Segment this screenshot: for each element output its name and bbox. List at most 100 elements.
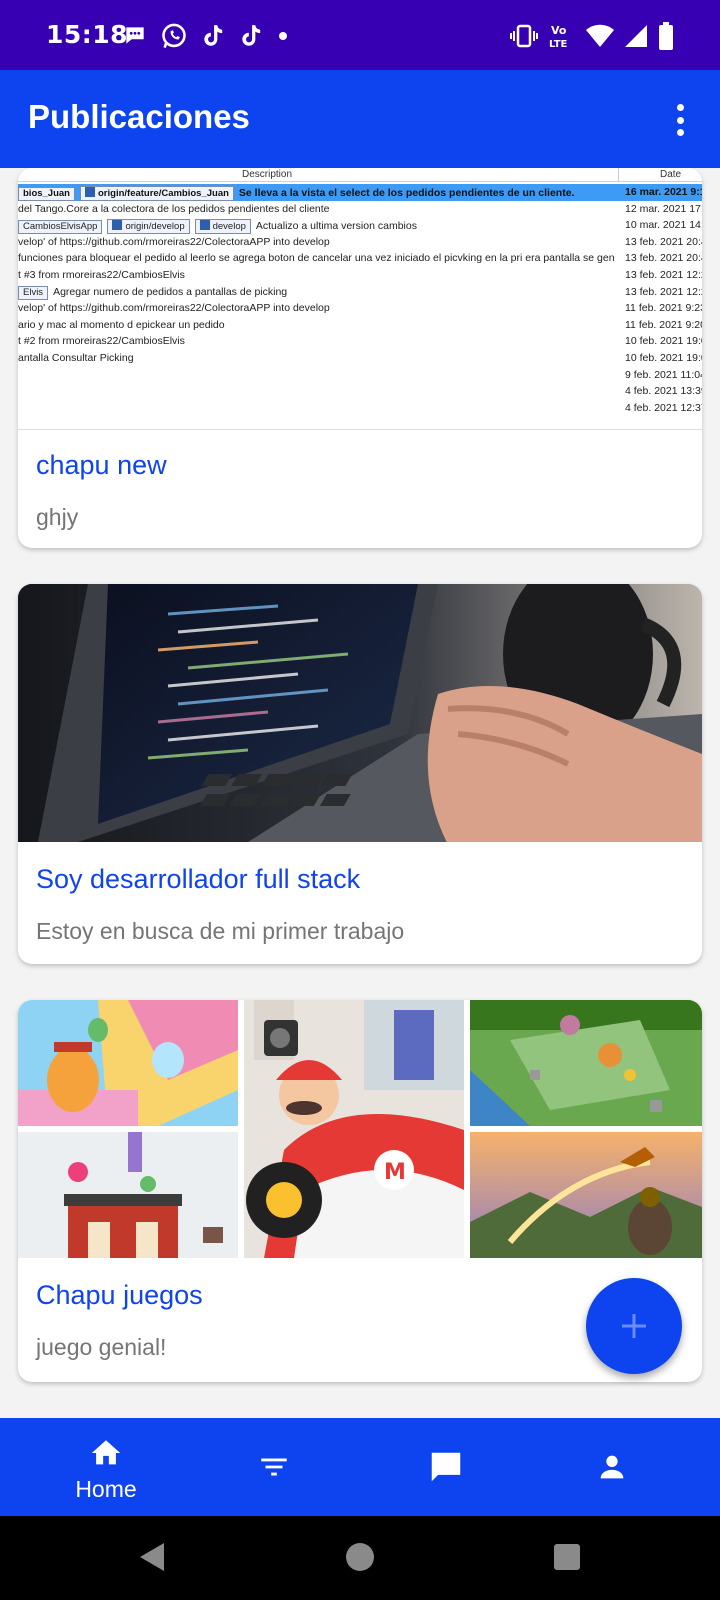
log-row-date: 13 feb. 2021 12:26 (625, 269, 702, 281)
svg-text:LTE: LTE (549, 39, 568, 50)
collage-tile-fantasy-game (470, 1132, 702, 1258)
recents-icon[interactable] (552, 1542, 582, 1572)
vibrate-icon (510, 24, 538, 48)
log-row-message: antalla Consultar Picking (18, 352, 134, 364)
log-row: Elvis Agregar numero de pedidos a pantall… (18, 284, 702, 301)
log-row: bios_Juan origin/feature/Cambios_Juan Se l… (18, 184, 702, 201)
post-description: Estoy en busca de mi primer trabajo (36, 918, 405, 944)
chat-icon (431, 1452, 461, 1482)
log-row-date: 13 feb. 2021 20:49 (625, 235, 702, 248)
nav-label-home: Home (75, 1476, 137, 1502)
home-circle-icon[interactable] (344, 1541, 376, 1573)
person-icon (600, 1455, 624, 1479)
branch-tag: origin/feature/Cambios_Juan (80, 186, 234, 201)
post-image-collage: M (18, 1000, 702, 1258)
volte-icon: Vo LTE (549, 24, 568, 50)
nav-item-chat[interactable] (384, 1418, 504, 1516)
collage-tile-strategy-game (470, 1000, 702, 1126)
status-time: 15:18 (46, 20, 129, 49)
add-icon (622, 1314, 646, 1338)
bottom-navigation: Home (0, 1418, 720, 1516)
log-row-message: t #3 from rmoreiras22/CambiosElvis (18, 269, 185, 281)
log-row-date: 4 feb. 2021 13:39 (625, 385, 702, 398)
app-bar: Publicaciones (0, 70, 720, 168)
page-title: Publicaciones (28, 98, 250, 135)
log-row-message: velop' of https://github.com/rmoreiras22… (18, 302, 330, 315)
tiktok-icon (242, 25, 261, 46)
status-bar: 15:18 Vo LTE (0, 0, 720, 70)
notification-icons (122, 20, 290, 52)
branch-tag: CambiosElvisApp (18, 220, 103, 235)
log-col-description: Description (242, 169, 293, 180)
nav-item-filter[interactable] (214, 1418, 334, 1516)
log-row-message: funciones para bloquear el pedido al lee… (18, 252, 614, 265)
post-title[interactable]: chapu new (36, 450, 167, 481)
dot-icon (279, 32, 287, 40)
svg-text:Vo: Vo (551, 24, 567, 37)
wifi-icon (586, 24, 614, 47)
svg-text:M: M (384, 1160, 406, 1185)
log-row-date: 11 feb. 2021 9:20 (625, 318, 702, 331)
add-post-button[interactable] (586, 1278, 682, 1374)
whatsapp-icon (162, 23, 186, 49)
log-row-message: t #2 from rmoreiras22/CambiosElvis (18, 335, 185, 348)
log-row: t #2 from rmoreiras22/CambiosElvis 10 feb… (18, 333, 702, 350)
post-description: ghjy (36, 504, 79, 530)
chat-bubble-icon (126, 27, 144, 44)
branch-tag: bios_Juan (18, 187, 75, 201)
post-card[interactable]: Description Date bios_Juan origin/feature… (18, 168, 702, 548)
log-row-date: 10 feb. 2021 19:02 (625, 352, 702, 364)
log-row-date: 11 feb. 2021 9:23 (625, 302, 702, 315)
log-row: funciones para bloquear el pedido al lee… (18, 250, 702, 267)
back-icon[interactable] (136, 1540, 168, 1574)
branch-tag: Elvis (18, 285, 49, 300)
post-title[interactable]: Soy desarrollador full stack (36, 864, 360, 895)
log-row-message: CambiosElvisApp origin/develop develop Actu… (18, 219, 614, 235)
log-row: 4 feb. 2021 13:39 (18, 383, 702, 400)
nav-item-home[interactable]: Home (46, 1418, 166, 1516)
log-row-date: 12 mar. 2021 17:4 (625, 202, 702, 215)
branch-icon (199, 220, 210, 231)
log-row: 9 feb. 2021 11:04 (18, 367, 702, 384)
tiktok-icon (204, 25, 223, 46)
log-row: velop' of https://github.com/rmoreiras22… (18, 234, 702, 251)
log-row-date: 9 feb. 2021 11:04 (625, 368, 702, 381)
log-row: velop' of https://github.com/rmoreiras22… (18, 300, 702, 317)
log-row: 4 feb. 2021 12:37 (18, 400, 702, 417)
post-title[interactable]: Chapu juegos (36, 1280, 203, 1311)
post-feed[interactable]: Description Date bios_Juan origin/feature… (0, 168, 720, 1418)
log-row-message: del Tango.Core a la colectora de los ped… (18, 202, 330, 215)
more-vert-icon[interactable] (670, 100, 690, 140)
log-row-date: 4 feb. 2021 12:37 (625, 401, 702, 414)
post-image-commit-log: Description Date bios_Juan origin/feature… (18, 168, 702, 430)
log-row-date: 13 feb. 2021 20:49 (625, 252, 702, 265)
log-row-date: 10 feb. 2021 19:07 (625, 335, 702, 348)
log-row-date: 10 mar. 2021 14:5 (625, 219, 702, 232)
log-row: CambiosElvisApp origin/develop develop Actu… (18, 217, 702, 235)
battery-icon (659, 22, 673, 50)
post-card[interactable]: Soy desarrollador full stack Estoy en bu… (18, 584, 702, 964)
branch-tag: develop (194, 219, 251, 235)
log-row-message: bios_Juan origin/feature/Cambios_Juan Se l… (18, 186, 614, 201)
branch-icon (112, 220, 123, 231)
filter-icon (261, 1458, 287, 1476)
log-col-date: Date (660, 169, 682, 180)
signal-icon (625, 25, 647, 47)
collage-tile-kart-game: M (244, 1000, 464, 1258)
log-row: antalla Consultar Picking 10 feb. 2021 19… (18, 350, 702, 367)
post-description: juego genial! (36, 1334, 167, 1360)
nav-item-profile[interactable] (552, 1418, 672, 1516)
system-navigation-bar (0, 1516, 720, 1600)
log-row-message: ario y mac al momento d epickear un pedi… (18, 318, 225, 331)
log-header: Description Date (18, 168, 702, 182)
log-row: del Tango.Core a la colectora de los ped… (18, 201, 702, 218)
log-row-message: velop' of https://github.com/rmoreiras22… (18, 235, 330, 248)
branch-icon (85, 187, 95, 197)
collage-tile-castle-game (18, 1132, 238, 1258)
log-row-message: Elvis Agregar numero de pedidos a pantall… (18, 285, 614, 300)
collage-tile-party-game (18, 1000, 238, 1126)
log-row-date: 16 mar. 2021 9:1 (625, 186, 702, 198)
log-row: ario y mac al momento d epickear un pedi… (18, 317, 702, 334)
home-icon (91, 1440, 121, 1465)
branch-tag: origin/develop (107, 219, 190, 235)
